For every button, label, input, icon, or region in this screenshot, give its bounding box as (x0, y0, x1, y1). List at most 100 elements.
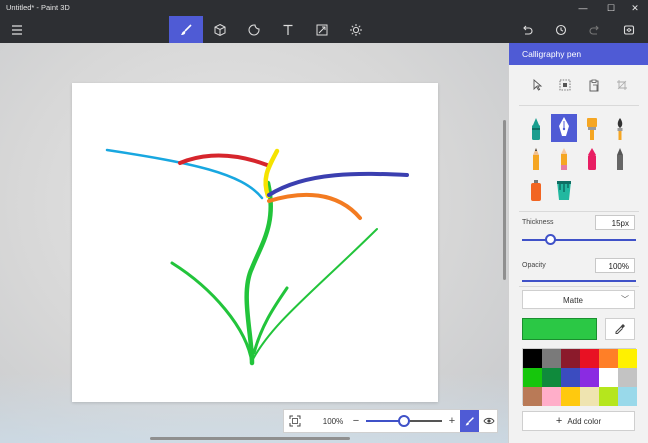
oil-brush-icon (587, 118, 597, 140)
thickness-value[interactable]: 15px (595, 215, 635, 230)
workspace (0, 43, 508, 443)
add-color-label: Add color (567, 416, 602, 426)
canvas-button[interactable] (305, 16, 339, 43)
color-swatch[interactable] (561, 387, 580, 406)
stickers-icon (248, 24, 260, 35)
thickness-slider-thumb[interactable] (544, 234, 556, 245)
color-swatch[interactable] (523, 368, 542, 387)
watercolor-icon (617, 118, 623, 140)
magic-select-icon (559, 79, 571, 91)
color-swatch[interactable] (542, 387, 561, 406)
3d-shapes-button[interactable] (203, 16, 237, 43)
color-swatch[interactable] (561, 349, 580, 368)
redo-button[interactable] (578, 16, 612, 43)
crayon-icon (617, 148, 623, 170)
color-swatch[interactable] (618, 349, 637, 368)
opacity-slider[interactable] (522, 280, 636, 282)
color-swatch[interactable] (523, 349, 542, 368)
pointer-icon (533, 79, 542, 91)
top-toolbar (0, 16, 648, 43)
opacity-label: Opacity (522, 262, 546, 269)
horizontal-scrollbar[interactable] (150, 437, 350, 440)
stroke-left-leaf (170, 261, 254, 365)
text-button[interactable] (271, 16, 305, 43)
text-icon (283, 24, 293, 35)
effects-button[interactable] (339, 16, 373, 43)
brush-icon (181, 23, 192, 35)
thickness-slider[interactable] (522, 239, 636, 241)
brush-pixel-pen[interactable] (523, 145, 549, 173)
view-button[interactable] (479, 410, 498, 432)
select-tool-button[interactable] (527, 75, 547, 95)
crop-button[interactable] (612, 75, 632, 95)
menu-button[interactable] (0, 16, 34, 43)
color-swatch[interactable] (599, 368, 618, 387)
magic-select-button[interactable] (555, 75, 575, 95)
opacity-value[interactable]: 100% (595, 258, 635, 273)
color-swatch[interactable] (580, 387, 599, 406)
minimize-button[interactable]: — (570, 0, 596, 16)
chevron-down-icon: ﹀ (621, 295, 629, 304)
marker-icon (532, 118, 540, 140)
canvas-icon (316, 24, 328, 35)
eyedropper-icon (615, 324, 625, 334)
color-swatch[interactable] (542, 368, 561, 387)
history-icon (555, 24, 567, 35)
view-3d-button[interactable] (612, 16, 646, 43)
view-3d-icon (623, 24, 635, 35)
brush-oil[interactable] (579, 115, 605, 143)
color-swatch[interactable] (599, 387, 618, 406)
brush-view-button[interactable] (460, 410, 479, 432)
color-swatch[interactable] (599, 349, 618, 368)
current-color-swatch[interactable] (522, 318, 597, 340)
color-swatch[interactable] (618, 368, 637, 387)
paste-icon (589, 79, 599, 91)
zoom-bar: 100% − + (283, 409, 498, 433)
history-button[interactable] (544, 16, 578, 43)
eyedropper-button[interactable] (605, 318, 635, 340)
color-swatch[interactable] (542, 349, 561, 368)
crop-icon (617, 80, 627, 90)
fit-to-screen-button[interactable] (284, 410, 306, 432)
finish-dropdown[interactable]: Matte ﹀ (522, 290, 635, 309)
pixel-pen-icon (533, 148, 539, 170)
window-title: Untitled* - Paint 3D (6, 3, 70, 12)
divider (519, 286, 639, 287)
color-palette (522, 348, 637, 406)
effects-icon (350, 23, 362, 36)
vertical-scrollbar[interactable] (503, 120, 506, 280)
close-button[interactable]: ✕ (622, 0, 648, 16)
undo-button[interactable] (510, 16, 544, 43)
spray-can-icon (531, 180, 541, 201)
paste-button[interactable] (584, 75, 604, 95)
3d-cube-icon (214, 23, 226, 36)
plus-icon: + (555, 415, 563, 427)
color-swatch[interactable] (580, 368, 599, 387)
color-swatch[interactable] (523, 387, 542, 406)
maximize-button[interactable]: ☐ (598, 0, 624, 16)
brush-pencil[interactable] (551, 145, 577, 173)
brush-eraser[interactable] (579, 145, 605, 173)
color-swatch[interactable] (561, 368, 580, 387)
drawing-canvas[interactable] (72, 83, 438, 402)
stickers-button[interactable] (237, 16, 271, 43)
brush-fill[interactable] (551, 176, 577, 204)
color-swatch[interactable] (618, 387, 637, 406)
art-tools-button[interactable] (169, 16, 203, 43)
stroke-navy (267, 171, 409, 197)
brush-watercolor[interactable] (607, 115, 633, 143)
add-color-button[interactable]: + Add color (522, 411, 635, 431)
color-swatch[interactable] (580, 349, 599, 368)
brush-calligraphy-pen[interactable] (551, 114, 577, 142)
zoom-out-button[interactable]: − (348, 410, 364, 432)
brush-crayon[interactable] (607, 145, 633, 173)
panel-title: Calligraphy pen (509, 43, 648, 65)
eraser-icon (588, 148, 596, 170)
stroke-right-leaf (251, 228, 378, 362)
zoom-percent: 100% (322, 416, 344, 426)
divider (519, 105, 639, 106)
zoom-slider-thumb[interactable] (398, 415, 410, 427)
zoom-in-button[interactable]: + (444, 410, 460, 432)
brush-marker[interactable] (523, 115, 549, 143)
brush-spray-can[interactable] (523, 176, 549, 204)
